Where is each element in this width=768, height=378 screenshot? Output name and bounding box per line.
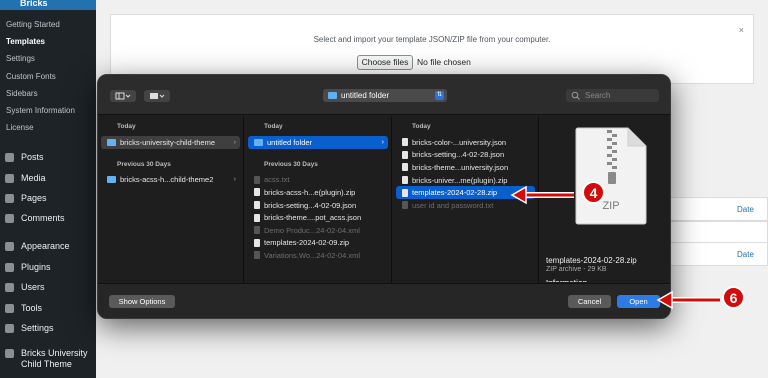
step-4-badge: 4 xyxy=(582,181,605,204)
arrow-step-4 xyxy=(510,185,574,205)
arrow-step-6 xyxy=(656,290,720,310)
step-6-badge: 6 xyxy=(722,286,745,309)
annotation-overlay xyxy=(510,185,720,310)
